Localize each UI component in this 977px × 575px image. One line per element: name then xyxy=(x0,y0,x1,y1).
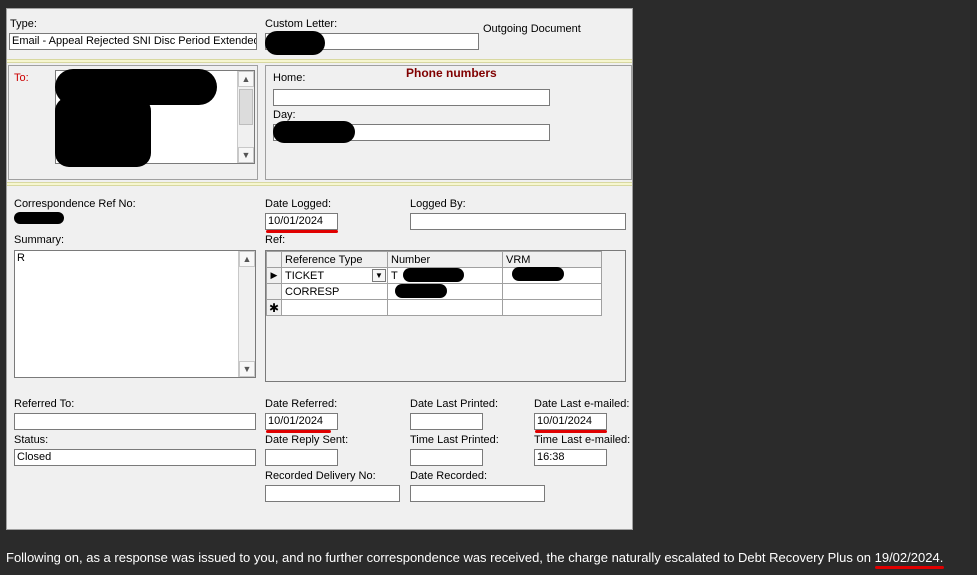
section-divider xyxy=(7,59,632,63)
column-header[interactable]: Reference Type xyxy=(281,251,388,268)
recorded-delivery-label: Recorded Delivery No: xyxy=(265,470,376,482)
row-selector-header xyxy=(266,251,282,268)
underline-annotation xyxy=(266,430,331,433)
scroll-down-icon[interactable]: ▼ xyxy=(239,361,255,377)
redaction-mark xyxy=(273,121,355,143)
scroll-down-icon[interactable]: ▼ xyxy=(238,147,254,163)
type-label: Type: xyxy=(10,18,37,30)
status-field[interactable]: Closed xyxy=(14,449,256,466)
date-recorded-label: Date Recorded: xyxy=(410,470,488,482)
to-scrollbar[interactable]: ▲ ▼ xyxy=(237,71,254,163)
table-cell[interactable]: TICKET ▼ xyxy=(281,267,388,284)
referred-to-label: Referred To: xyxy=(14,398,75,410)
home-phone-label: Home: xyxy=(273,72,306,84)
status-label: Status: xyxy=(14,434,49,446)
date-logged-label: Date Logged: xyxy=(265,198,332,210)
to-label: To: xyxy=(14,72,29,84)
table-cell[interactable] xyxy=(502,299,602,316)
caption-text: Following on, as a response was issued t… xyxy=(6,550,971,569)
date-last-printed-label: Date Last Printed: xyxy=(410,398,499,410)
outgoing-document-label: Outgoing Document xyxy=(483,23,581,35)
summary-scrollbar[interactable]: ▲ ▼ xyxy=(238,251,255,377)
redaction-mark xyxy=(403,268,464,282)
correspondence-form: Type: Email - Appeal Rejected SNI Disc P… xyxy=(6,8,633,530)
scroll-up-icon[interactable]: ▲ xyxy=(238,71,254,87)
dropdown-chevron-icon[interactable]: ▼ xyxy=(372,269,386,282)
redaction-mark xyxy=(14,212,64,224)
type-field[interactable]: Email - Appeal Rejected SNI Disc Period … xyxy=(9,33,257,50)
logged-by-label: Logged By: xyxy=(410,198,466,210)
summary-label: Summary: xyxy=(14,234,65,246)
correspondence-ref-label: Correspondence Ref No: xyxy=(14,198,136,210)
date-reply-sent-field[interactable] xyxy=(265,449,338,466)
date-referred-field[interactable]: 10/01/2024 xyxy=(265,413,338,430)
date-logged-field[interactable]: 10/01/2024 xyxy=(265,213,338,230)
redaction-mark xyxy=(512,267,564,281)
time-last-printed-label: Time Last Printed: xyxy=(410,434,499,446)
table-cell[interactable]: CORRESP xyxy=(281,283,388,300)
caption-date: 19/02/2024 xyxy=(874,550,944,569)
caption-body: Following on, as a response was issued t… xyxy=(6,550,875,565)
row-selector xyxy=(266,283,282,300)
underline-annotation xyxy=(535,430,607,433)
scroll-thumb[interactable] xyxy=(239,89,253,125)
ref-label: Ref: xyxy=(265,234,286,246)
custom-letter-label: Custom Letter: xyxy=(265,18,338,30)
date-last-emailed-label: Date Last e-mailed: xyxy=(534,398,630,410)
summary-box[interactable]: R ▲ ▼ xyxy=(14,250,256,378)
redaction-mark xyxy=(395,284,447,298)
date-recorded-field[interactable] xyxy=(410,485,545,502)
redaction-mark xyxy=(265,31,325,55)
scroll-up-icon[interactable]: ▲ xyxy=(239,251,255,267)
current-row-icon: ▶ xyxy=(266,267,282,284)
date-last-printed-field[interactable] xyxy=(410,413,483,430)
table-cell[interactable] xyxy=(502,283,602,300)
home-phone-field[interactable] xyxy=(273,89,550,106)
table-cell[interactable] xyxy=(387,299,503,316)
date-reply-sent-label: Date Reply Sent: xyxy=(265,434,349,446)
day-phone-label: Day: xyxy=(273,109,296,121)
section-divider xyxy=(7,182,632,186)
time-last-printed-field[interactable] xyxy=(410,449,483,466)
date-last-emailed-field[interactable]: 10/01/2024 xyxy=(534,413,607,430)
column-header[interactable]: Number xyxy=(387,251,503,268)
recorded-delivery-field[interactable] xyxy=(265,485,400,502)
column-header[interactable]: VRM xyxy=(502,251,602,268)
date-referred-label: Date Referred: xyxy=(265,398,338,410)
time-last-emailed-label: Time Last e-mailed: xyxy=(534,434,631,446)
referred-to-field[interactable] xyxy=(14,413,256,430)
summary-text: R xyxy=(17,252,25,264)
table-row[interactable]: ✱ xyxy=(266,299,602,316)
table-cell[interactable] xyxy=(281,299,388,316)
logged-by-field[interactable] xyxy=(410,213,626,230)
underline-annotation xyxy=(266,230,338,233)
caption-end: . xyxy=(939,550,944,565)
redaction-mark xyxy=(55,97,151,167)
new-row-icon: ✱ xyxy=(266,299,282,316)
phone-numbers-title: Phone numbers xyxy=(406,66,497,80)
time-last-emailed-field[interactable]: 16:38 xyxy=(534,449,607,466)
